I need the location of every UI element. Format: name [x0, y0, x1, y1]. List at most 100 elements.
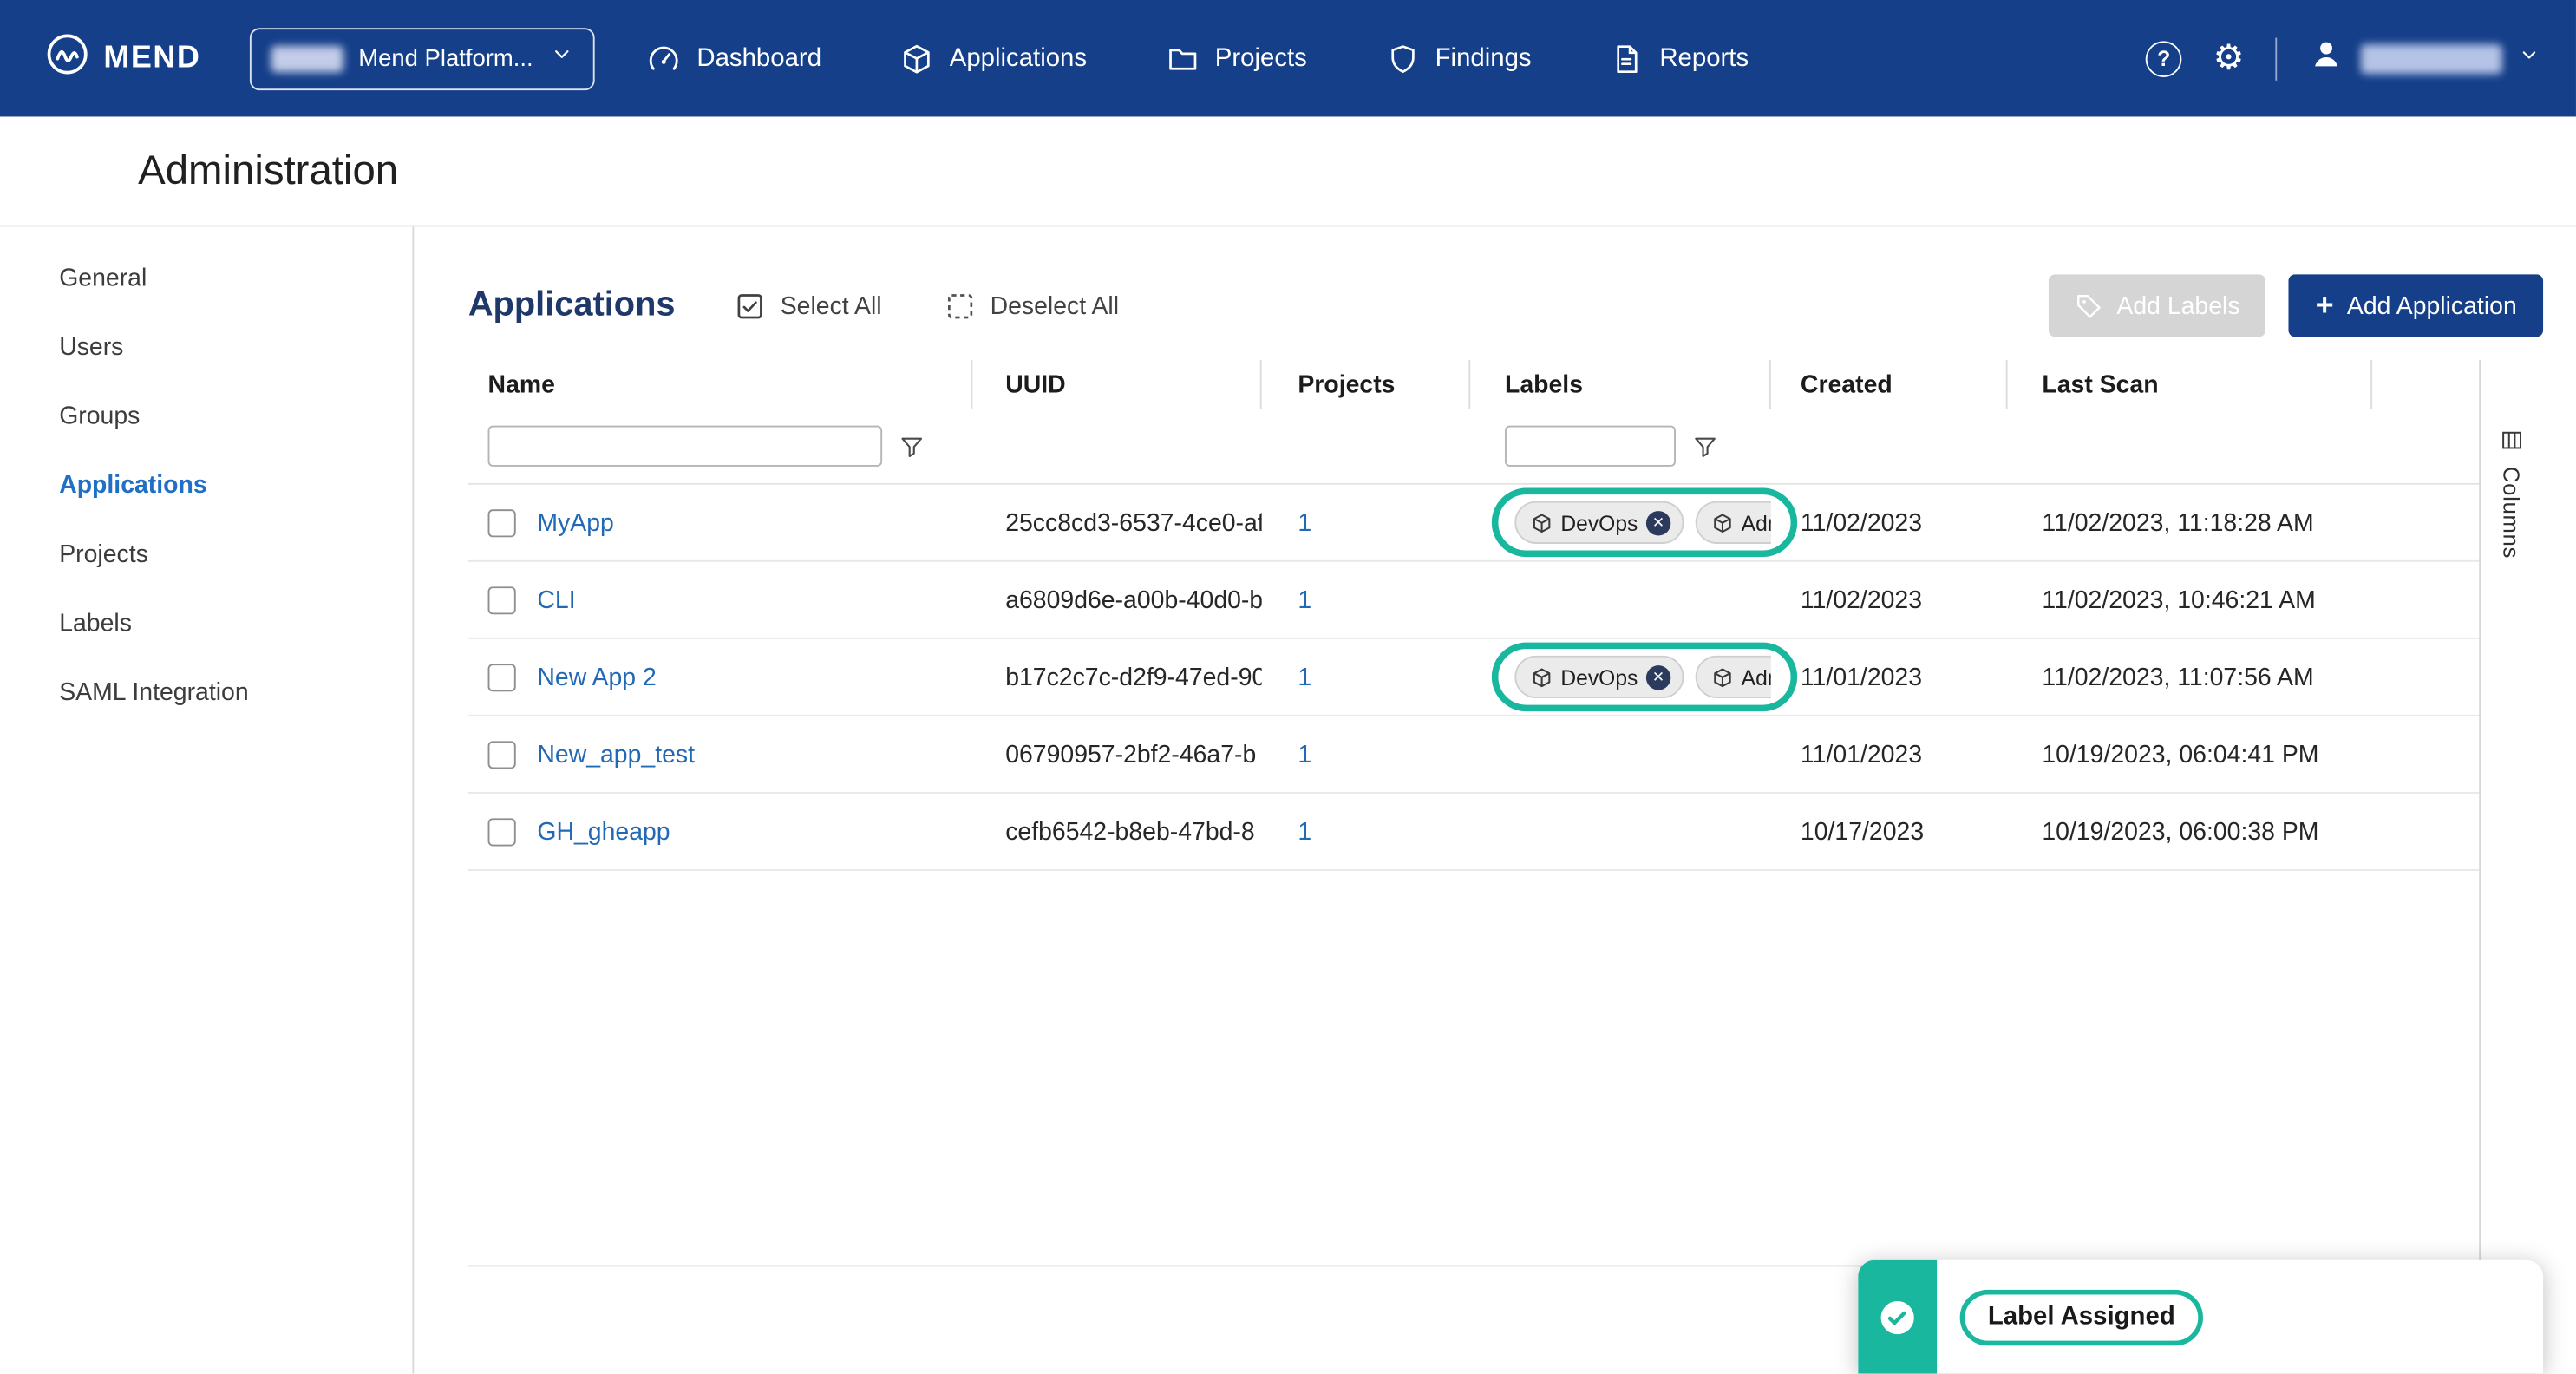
- created-cell: 11/01/2023: [1771, 740, 2008, 768]
- app-name-link[interactable]: New App 2: [537, 663, 656, 690]
- projects-count-link[interactable]: 1: [1298, 586, 1311, 613]
- projects-count-link[interactable]: 1: [1298, 817, 1311, 845]
- nav-label: Applications: [950, 43, 1087, 73]
- redacted-org-name: [271, 45, 343, 71]
- labels-filter-input[interactable]: [1505, 426, 1676, 467]
- uuid-cell: b17c2c7c-d2f9-47ed-90: [972, 663, 1261, 690]
- chevron-down-icon: [2519, 43, 2540, 73]
- tag-icon: [2076, 291, 2103, 319]
- main-nav: Dashboard Applications Projects Findings…: [648, 42, 1749, 75]
- page-title: Administration: [138, 147, 398, 195]
- nav-item-findings[interactable]: Findings: [1386, 42, 1532, 75]
- projects-count-link[interactable]: 1: [1298, 663, 1311, 690]
- table-row: MyApp 25cc8cd3-6537-4ce0-af 1 DevOps ✕: [468, 485, 2481, 562]
- success-check-icon: [1880, 1299, 1916, 1335]
- projects-count-link[interactable]: 1: [1298, 508, 1311, 536]
- deselect-all-label: Deselect All: [991, 291, 1119, 319]
- plus-icon: +: [2316, 290, 2334, 321]
- nav-item-applications[interactable]: Applications: [900, 42, 1087, 75]
- label-chip-text: DevOps: [1560, 664, 1638, 689]
- last-scan-cell: 10/19/2023, 06:04:41 PM: [2008, 740, 2372, 768]
- sidebar-item-users[interactable]: Users: [0, 312, 412, 382]
- label-chip-group: DevOps ✕ Adm: [1514, 501, 1770, 544]
- columns-panel-label: Columns: [2499, 467, 2523, 559]
- cube-icon: [1712, 512, 1734, 533]
- sidebar-item-saml-integration[interactable]: SAML Integration: [0, 658, 412, 727]
- app-name-link[interactable]: New_app_test: [537, 740, 695, 768]
- app-name-link[interactable]: GH_gheapp: [537, 817, 670, 845]
- remove-label-icon[interactable]: ✕: [1646, 664, 1670, 689]
- checked-checkbox-icon: [735, 290, 766, 321]
- table-row: New App 2 b17c2c7c-d2f9-47ed-90 1 DevOps…: [468, 639, 2481, 716]
- page-header: Administration: [0, 116, 2576, 226]
- cube-icon: [1712, 666, 1734, 688]
- last-scan-cell: 11/02/2023, 11:18:28 AM: [2008, 508, 2372, 536]
- table-header-row: Name UUID Projects Labels Created Last S…: [468, 360, 2481, 409]
- app-name-link[interactable]: MyApp: [537, 508, 613, 536]
- filter-funnel-icon[interactable]: [1692, 433, 1718, 459]
- label-chip-text: DevOps: [1560, 510, 1638, 534]
- org-selector-dropdown[interactable]: Mend Platform...: [250, 27, 595, 89]
- dashed-checkbox-icon: [945, 290, 976, 321]
- add-application-button[interactable]: + Add Application: [2289, 274, 2543, 337]
- gear-icon[interactable]: ⚙: [2213, 41, 2245, 75]
- created-cell: 10/17/2023: [1771, 817, 2008, 845]
- column-header-name: Name: [468, 360, 972, 409]
- table-row: GH_gheapp cefb6542-b8eb-47bd-8 1 10/17/2…: [468, 794, 2481, 871]
- label-chip-devops[interactable]: DevOps ✕: [1514, 501, 1684, 544]
- label-chip-admin[interactable]: Adm: [1696, 501, 1771, 544]
- sidebar-item-groups[interactable]: Groups: [0, 381, 412, 450]
- user-menu[interactable]: [2308, 36, 2540, 81]
- projects-count-link[interactable]: 1: [1298, 740, 1311, 768]
- nav-label: Findings: [1435, 43, 1532, 73]
- nav-label: Reports: [1659, 43, 1749, 73]
- main-panel: Applications Select All Deselect All Add…: [414, 226, 2576, 1373]
- row-checkbox[interactable]: [488, 740, 516, 768]
- uuid-cell: 06790957-2bf2-46a7-b: [972, 740, 1261, 768]
- redacted-username: [2361, 43, 2502, 73]
- columns-grid-icon: [2500, 429, 2523, 452]
- row-checkbox[interactable]: [488, 586, 516, 613]
- nav-item-dashboard[interactable]: Dashboard: [648, 42, 821, 75]
- app-name-link[interactable]: CLI: [537, 586, 575, 613]
- toast-message-highlight-annotation: Label Assigned: [1960, 1289, 2203, 1345]
- sidebar-item-labels[interactable]: Labels: [0, 588, 412, 658]
- select-all-button[interactable]: Select All: [735, 290, 882, 321]
- select-all-label: Select All: [781, 291, 882, 319]
- last-scan-cell: 11/02/2023, 11:07:56 AM: [2008, 663, 2372, 690]
- label-chip-devops[interactable]: DevOps ✕: [1514, 656, 1684, 698]
- nav-item-reports[interactable]: Reports: [1611, 42, 1749, 75]
- label-chip-group: DevOps ✕ Adm: [1514, 656, 1770, 698]
- add-labels-button[interactable]: Add Labels: [2050, 274, 2266, 337]
- name-filter-input[interactable]: [488, 426, 883, 467]
- sidebar-item-general[interactable]: General: [0, 243, 412, 312]
- sidebar-item-projects[interactable]: Projects: [0, 520, 412, 589]
- row-checkbox[interactable]: [488, 817, 516, 845]
- last-scan-cell: 10/19/2023, 06:00:38 PM: [2008, 817, 2372, 845]
- labels-cell: DevOps ✕ Adm: [1470, 501, 1771, 544]
- filter-funnel-icon[interactable]: [899, 433, 925, 459]
- nav-item-projects[interactable]: Projects: [1166, 42, 1307, 75]
- applications-toolbar: Applications Select All Deselect All Add…: [468, 270, 2543, 342]
- uuid-cell: 25cc8cd3-6537-4ce0-af: [972, 508, 1261, 536]
- row-checkbox[interactable]: [488, 508, 516, 536]
- label-chip-admin[interactable]: Adm: [1696, 656, 1771, 698]
- help-icon[interactable]: ?: [2146, 40, 2182, 76]
- table-row: CLI a6809d6e-a00b-40d0-b 1 11/02/2023 11…: [468, 562, 2481, 639]
- label-chip-text: Adm: [1742, 664, 1771, 689]
- deselect-all-button[interactable]: Deselect All: [945, 290, 1119, 321]
- column-header-labels: Labels: [1470, 360, 1771, 409]
- sidebar-item-applications[interactable]: Applications: [0, 450, 412, 520]
- mend-logo[interactable]: MEND: [46, 33, 200, 84]
- row-checkbox[interactable]: [488, 663, 516, 690]
- columns-panel-toggle[interactable]: Columns: [2479, 360, 2541, 1266]
- toast-body: Label Assigned: [1937, 1260, 2203, 1374]
- add-application-label: Add Application: [2347, 291, 2517, 319]
- navbar-divider: [2275, 37, 2277, 80]
- remove-label-icon[interactable]: ✕: [1646, 510, 1670, 534]
- shield-icon: [1386, 42, 1419, 75]
- column-header-created: Created: [1771, 360, 2008, 409]
- column-header-uuid: UUID: [972, 360, 1261, 409]
- admin-sidebar: General Users Groups Applications Projec…: [0, 226, 414, 1373]
- toast-accent-bar: [1858, 1260, 1937, 1374]
